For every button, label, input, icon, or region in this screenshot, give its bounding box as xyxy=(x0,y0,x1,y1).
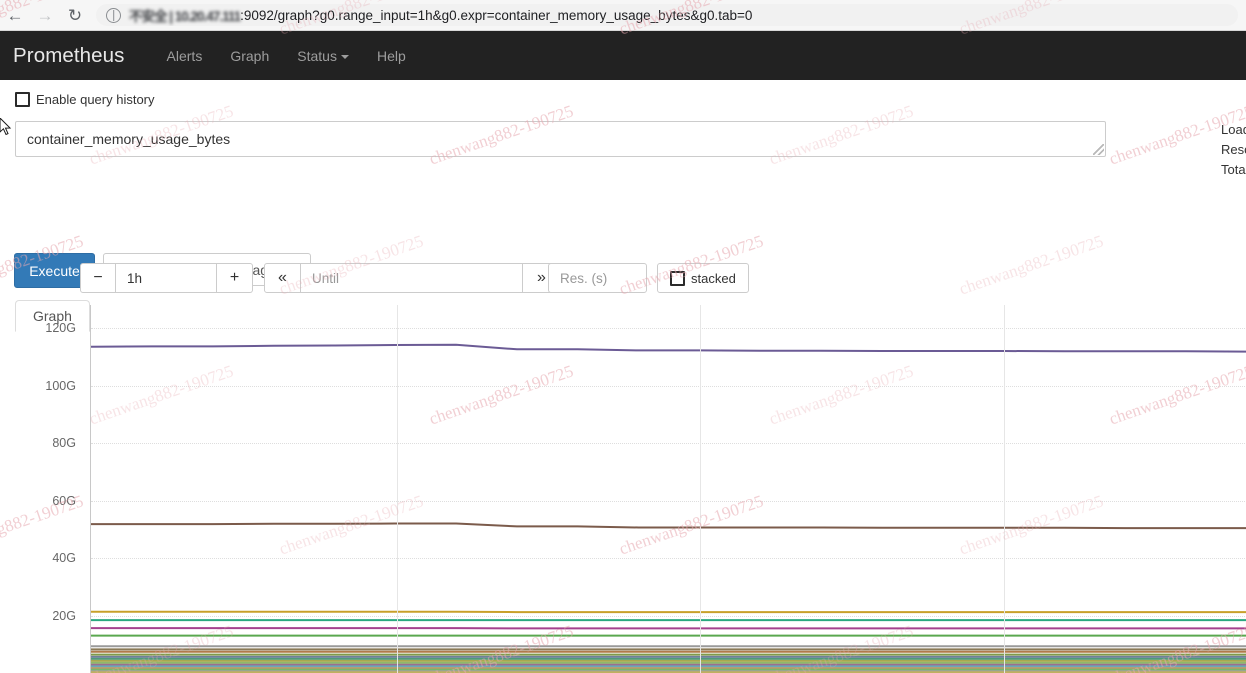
enable-query-history-checkbox[interactable] xyxy=(15,92,30,107)
gridline-vertical xyxy=(397,305,399,673)
nav-link-alerts[interactable]: Alerts xyxy=(153,42,217,70)
enable-query-history-row[interactable]: Enable query history xyxy=(15,92,155,107)
gridline-horizontal xyxy=(91,328,1246,329)
site-info-icon[interactable] xyxy=(106,7,121,23)
resolution-label: Reso xyxy=(1221,142,1246,157)
time-step-back-button[interactable]: « xyxy=(264,263,301,293)
forward-arrow-icon: → xyxy=(36,5,54,25)
load-time-label: Load xyxy=(1221,122,1246,137)
gridline-vertical xyxy=(1004,305,1006,673)
stacked-label: stacked xyxy=(691,270,736,286)
range-increase-button[interactable]: + xyxy=(217,263,253,293)
textarea-resize-handle[interactable] xyxy=(1093,144,1104,155)
range-stepper-group: − 1h + xyxy=(80,263,253,293)
enable-query-history-label: Enable query history xyxy=(36,92,155,107)
graph-plot-area: 120G 100G 80G 60G 40G 20G xyxy=(0,305,1246,673)
nav-link-help[interactable]: Help xyxy=(363,42,420,70)
nav-link-graph[interactable]: Graph xyxy=(216,42,283,70)
gridline-horizontal xyxy=(91,500,1246,502)
y-axis-tick-label: 40G xyxy=(52,551,76,565)
stacked-group: stacked xyxy=(657,263,749,293)
brand-label: Prometheus xyxy=(13,43,125,67)
y-axis-tick-label: 80G xyxy=(52,436,76,450)
reload-icon[interactable]: ↻ xyxy=(60,0,90,30)
plot-canvas[interactable] xyxy=(90,305,1246,673)
resolution-input[interactable]: Res. (s) xyxy=(548,263,647,293)
brand-prometheus[interactable]: Prometheus xyxy=(13,44,125,68)
url-bar[interactable]: 不安全 | 10.20.47.111 :9092/graph?g0.range_… xyxy=(96,4,1238,26)
url-text: :9092/graph?g0.range_input=1h&g0.expr=co… xyxy=(240,7,753,23)
y-axis-tick-label: 120G xyxy=(45,321,76,335)
gridline-vertical xyxy=(700,305,702,673)
prometheus-navbar: Prometheus Alerts Graph Status Help xyxy=(0,31,1246,80)
chevron-down-icon xyxy=(340,54,349,59)
nav-link-status[interactable]: Status xyxy=(283,42,363,70)
back-arrow-icon[interactable]: ← xyxy=(0,0,30,30)
range-decrease-button[interactable]: − xyxy=(80,263,116,293)
series-line xyxy=(91,345,1246,352)
gridline-horizontal xyxy=(91,615,1246,617)
query-expression-value: container_memory_usage_bytes xyxy=(27,131,231,147)
y-axis-tick-label: 100G xyxy=(45,378,76,393)
query-stats-panel: Load Reso Total xyxy=(1221,120,1246,180)
y-axis-tick-label: 20G xyxy=(52,608,76,623)
url-host-redacted: 不安全 | 10.20.47.111 xyxy=(129,9,241,24)
page-body: Enable query history container_memory_us… xyxy=(0,80,1246,673)
query-expression-input[interactable]: container_memory_usage_bytes xyxy=(15,121,1106,157)
gridline-horizontal xyxy=(91,558,1246,559)
range-input[interactable]: 1h xyxy=(116,263,217,293)
until-group: « Until » xyxy=(264,263,561,293)
resolution-group: Res. (s) xyxy=(548,263,647,293)
stacked-checkbox[interactable] xyxy=(670,270,685,286)
browser-chrome: ← → ↻ 不安全 | 10.20.47.111 :9092/graph?g0.… xyxy=(0,0,1246,31)
y-axis-labels: 120G 100G 80G 60G 40G 20G xyxy=(0,305,76,673)
gridline-horizontal xyxy=(91,385,1246,387)
stacked-toggle[interactable]: stacked xyxy=(657,263,749,293)
gridline-horizontal xyxy=(91,443,1246,444)
series-lines xyxy=(91,305,1246,673)
total-series-label: Total xyxy=(1221,162,1246,177)
nav-link-status-label: Status xyxy=(297,47,337,64)
mouse-cursor xyxy=(0,118,12,136)
series-line xyxy=(91,524,1246,529)
y-axis-tick-label: 60G xyxy=(52,493,76,508)
until-input[interactable]: Until xyxy=(301,263,523,293)
